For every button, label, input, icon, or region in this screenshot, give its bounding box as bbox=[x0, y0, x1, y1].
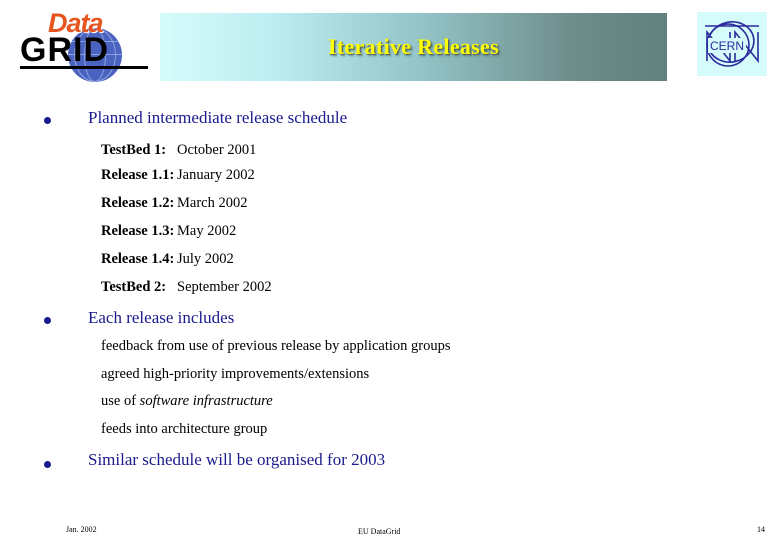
slide-header: GRID Data Iterative Releases CERN bbox=[0, 0, 780, 88]
schedule-row-testbed-1: TestBed 1: October 2001 bbox=[101, 142, 256, 159]
schedule-date: March 2002 bbox=[177, 195, 248, 211]
bullet-marker-1 bbox=[44, 117, 51, 124]
includes-row-software-infrastructure: use of software infrastructure bbox=[101, 393, 273, 410]
schedule-label: Release 1.3: bbox=[101, 223, 175, 239]
bullet-marker-3 bbox=[44, 461, 51, 468]
cern-logo-graphic: CERN bbox=[705, 21, 759, 67]
footer-date: Jan. 2002 bbox=[66, 525, 97, 534]
footer-organisation: EU DataGrid bbox=[358, 527, 401, 536]
schedule-label: Release 1.1: bbox=[101, 167, 175, 183]
schedule-date: January 2002 bbox=[177, 167, 255, 183]
page-title: Iterative Releases bbox=[328, 34, 499, 59]
schedule-label: TestBed 1: bbox=[101, 142, 167, 158]
schedule-date: May 2002 bbox=[177, 223, 237, 239]
includes-row-prefix: use of bbox=[101, 393, 140, 409]
cern-logo: CERN bbox=[697, 12, 767, 76]
datagrid-logo-data-word: Data bbox=[48, 8, 104, 38]
schedule-row-release-1-1: Release 1.1: January 2002 bbox=[101, 167, 255, 184]
includes-row-feedback: feedback from use of previous release by… bbox=[101, 338, 451, 354]
schedule-label: Release 1.4: bbox=[101, 251, 175, 267]
schedule-date: October 2001 bbox=[177, 142, 257, 158]
schedule-date: September 2002 bbox=[177, 279, 272, 295]
schedule-row-release-1-2: Release 1.2: March 2002 bbox=[101, 195, 247, 212]
bullet-similar-schedule-2003: Similar schedule will be organised for 2… bbox=[88, 450, 386, 469]
schedule-label: TestBed 2: bbox=[101, 279, 167, 295]
bullet-marker-2 bbox=[44, 317, 51, 324]
bullet-planned-intermediate-release-schedule: Planned intermediate release schedule bbox=[88, 108, 348, 127]
schedule-row-testbed-2: TestBed 2: September 2002 bbox=[101, 279, 272, 296]
schedule-row-release-1-3: Release 1.3: May 2002 bbox=[101, 223, 236, 240]
includes-row-emphasis: software infrastructure bbox=[139, 393, 273, 409]
includes-row-improvements: agreed high-priority improvements/extens… bbox=[101, 366, 370, 382]
cern-logo-label: CERN bbox=[710, 39, 744, 53]
schedule-row-release-1-4: Release 1.4: July 2002 bbox=[101, 251, 234, 268]
schedule-label: Release 1.2: bbox=[101, 195, 175, 211]
title-banner: Iterative Releases bbox=[160, 13, 667, 81]
datagrid-logo: GRID Data bbox=[18, 8, 150, 84]
datagrid-logo-underline bbox=[20, 66, 148, 69]
footer-page-number: 14 bbox=[757, 525, 765, 534]
includes-row-architecture-group: feeds into architecture group bbox=[101, 421, 268, 437]
bullet-each-release-includes: Each release includes bbox=[88, 308, 235, 327]
schedule-date: July 2002 bbox=[177, 251, 234, 267]
